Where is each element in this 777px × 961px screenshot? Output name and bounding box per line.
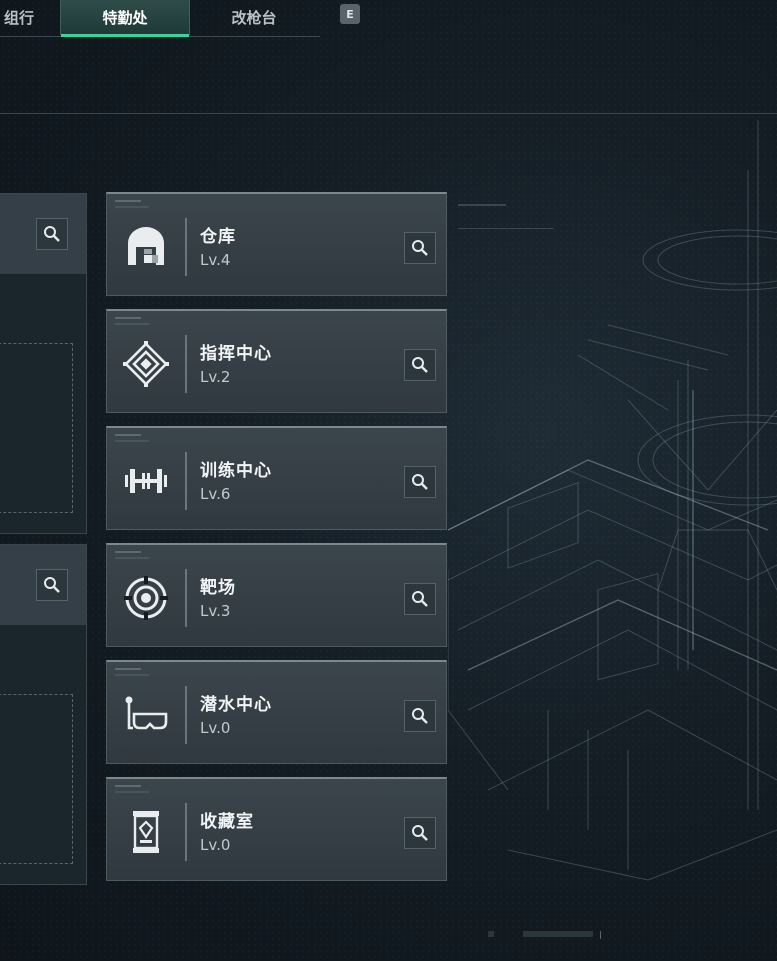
facility-level: Lv.2: [200, 368, 231, 386]
warehouse-icon: [123, 224, 169, 270]
facility-search-button[interactable]: [404, 817, 436, 849]
facility-search-button[interactable]: [404, 700, 436, 732]
card-deco: [115, 557, 149, 559]
magnifier-icon: [412, 357, 428, 373]
facility-name: 训练中心: [200, 461, 272, 481]
dumbbell-icon: [123, 458, 169, 504]
card-separator: [185, 218, 187, 276]
key-hint-badge: E: [340, 4, 360, 24]
facility-name: 潜水中心: [200, 695, 272, 715]
top-tab-bar: 组行 特勤处 改枪台: [0, 0, 320, 37]
card-separator: [185, 452, 187, 510]
card-separator: [185, 803, 187, 861]
magnifier-icon: [412, 474, 428, 490]
facility-card-shooting-range[interactable]: 靶场 Lv.3: [106, 543, 447, 647]
card-separator: [185, 335, 187, 393]
card-deco: [115, 317, 141, 319]
card-separator: [185, 569, 187, 627]
facility-search-button[interactable]: [404, 232, 436, 264]
bottom-indicator-tick: [600, 931, 601, 939]
card-deco: [115, 551, 141, 553]
facility-name: 靶场: [200, 578, 236, 598]
magnifier-icon: [412, 708, 428, 724]
card-separator: [185, 686, 187, 744]
tab-special-ops[interactable]: 特勤处: [60, 0, 190, 37]
facility-name: 仓库: [200, 227, 236, 247]
card-deco: [115, 668, 141, 670]
facility-card-diving-center[interactable]: 潜水中心 Lv.0: [106, 660, 447, 764]
facility-level: Lv.0: [200, 719, 231, 737]
facility-level: Lv.4: [200, 251, 231, 269]
facility-search-button[interactable]: [404, 466, 436, 498]
magnifier-icon: [44, 226, 60, 242]
tab-gunsmith[interactable]: 改枪台: [190, 0, 318, 35]
left-panel-top: [0, 193, 87, 534]
left-panel-bottom-search-button[interactable]: [36, 569, 68, 601]
left-panel-top-header: [0, 194, 86, 274]
bottom-indicator-dot: [488, 931, 494, 937]
left-panel-bottom-slot[interactable]: [0, 694, 73, 864]
facility-level: Lv.6: [200, 485, 231, 503]
magnifier-icon: [44, 577, 60, 593]
card-deco: [115, 674, 149, 676]
command-center-icon: [123, 341, 169, 387]
facility-search-button[interactable]: [404, 583, 436, 615]
card-deco: [115, 200, 141, 202]
facility-level: Lv.0: [200, 836, 231, 854]
header-divider: [0, 113, 777, 114]
facility-search-button[interactable]: [404, 349, 436, 381]
facility-card-warehouse[interactable]: 仓库 Lv.4: [106, 192, 447, 296]
base-blueprint-illustration: [448, 120, 777, 881]
magnifier-icon: [412, 591, 428, 607]
tab-trade[interactable]: 组行: [0, 0, 60, 35]
left-panel-bottom: [0, 544, 87, 885]
facility-name: 收藏室: [200, 812, 254, 832]
bottom-indicator: [523, 931, 593, 937]
card-deco: [115, 785, 141, 787]
facility-level: Lv.3: [200, 602, 231, 620]
target-icon: [123, 575, 169, 621]
card-deco: [115, 791, 149, 793]
left-panel-bottom-header: [0, 545, 86, 625]
card-deco: [115, 323, 149, 325]
facility-card-command-center[interactable]: 指挥中心 Lv.2: [106, 309, 447, 413]
facility-card-collection-room[interactable]: 收藏室 Lv.0: [106, 777, 447, 881]
collection-case-icon: [123, 809, 169, 855]
card-deco: [115, 440, 149, 442]
magnifier-icon: [412, 240, 428, 256]
magnifier-icon: [412, 825, 428, 841]
left-panel-top-search-button[interactable]: [36, 218, 68, 250]
card-deco: [115, 206, 149, 208]
card-deco: [115, 434, 141, 436]
facility-name: 指挥中心: [200, 344, 272, 364]
diving-mask-icon: [123, 692, 169, 738]
facility-card-training-center[interactable]: 训练中心 Lv.6: [106, 426, 447, 530]
left-panel-top-slot[interactable]: [0, 343, 73, 513]
